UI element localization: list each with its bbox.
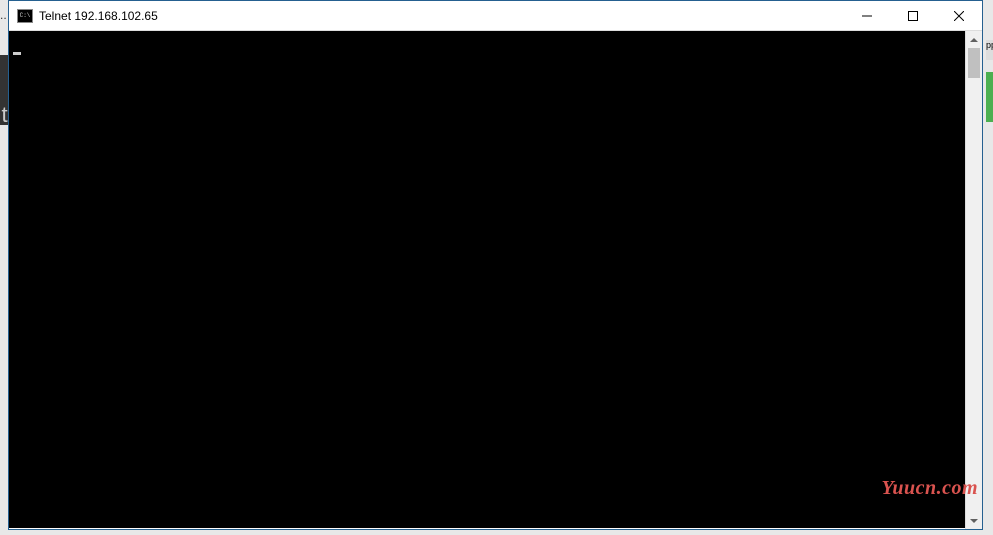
window-title: Telnet 192.168.102.65 [39,9,844,23]
cmd-icon-label: C:\ [20,13,31,19]
chevron-up-icon [970,38,978,42]
terminal-container [9,31,982,529]
close-button[interactable] [936,1,982,30]
cmd-icon: C:\ [17,9,33,23]
maximize-icon [908,11,918,21]
vertical-scrollbar[interactable] [965,31,982,529]
minimize-button[interactable] [844,1,890,30]
maximize-button[interactable] [890,1,936,30]
titlebar[interactable]: C:\ Telnet 192.168.102.65 [9,1,982,31]
minimize-icon [862,11,872,21]
terminal-output[interactable] [9,31,965,528]
scroll-down-button[interactable] [966,512,982,529]
scroll-thumb[interactable] [968,48,980,78]
close-icon [954,11,964,21]
window-controls [844,1,982,30]
chevron-down-icon [970,519,978,523]
background-right-green [986,72,993,122]
background-ellipsis: .. [0,8,7,22]
terminal-cursor [13,52,21,55]
scroll-up-button[interactable] [966,31,982,48]
watermark-text: Yuucn.com [881,477,978,500]
terminal-window: C:\ Telnet 192.168.102.65 [8,0,983,530]
background-right-label: pp [986,40,993,60]
scroll-track[interactable] [966,48,982,512]
